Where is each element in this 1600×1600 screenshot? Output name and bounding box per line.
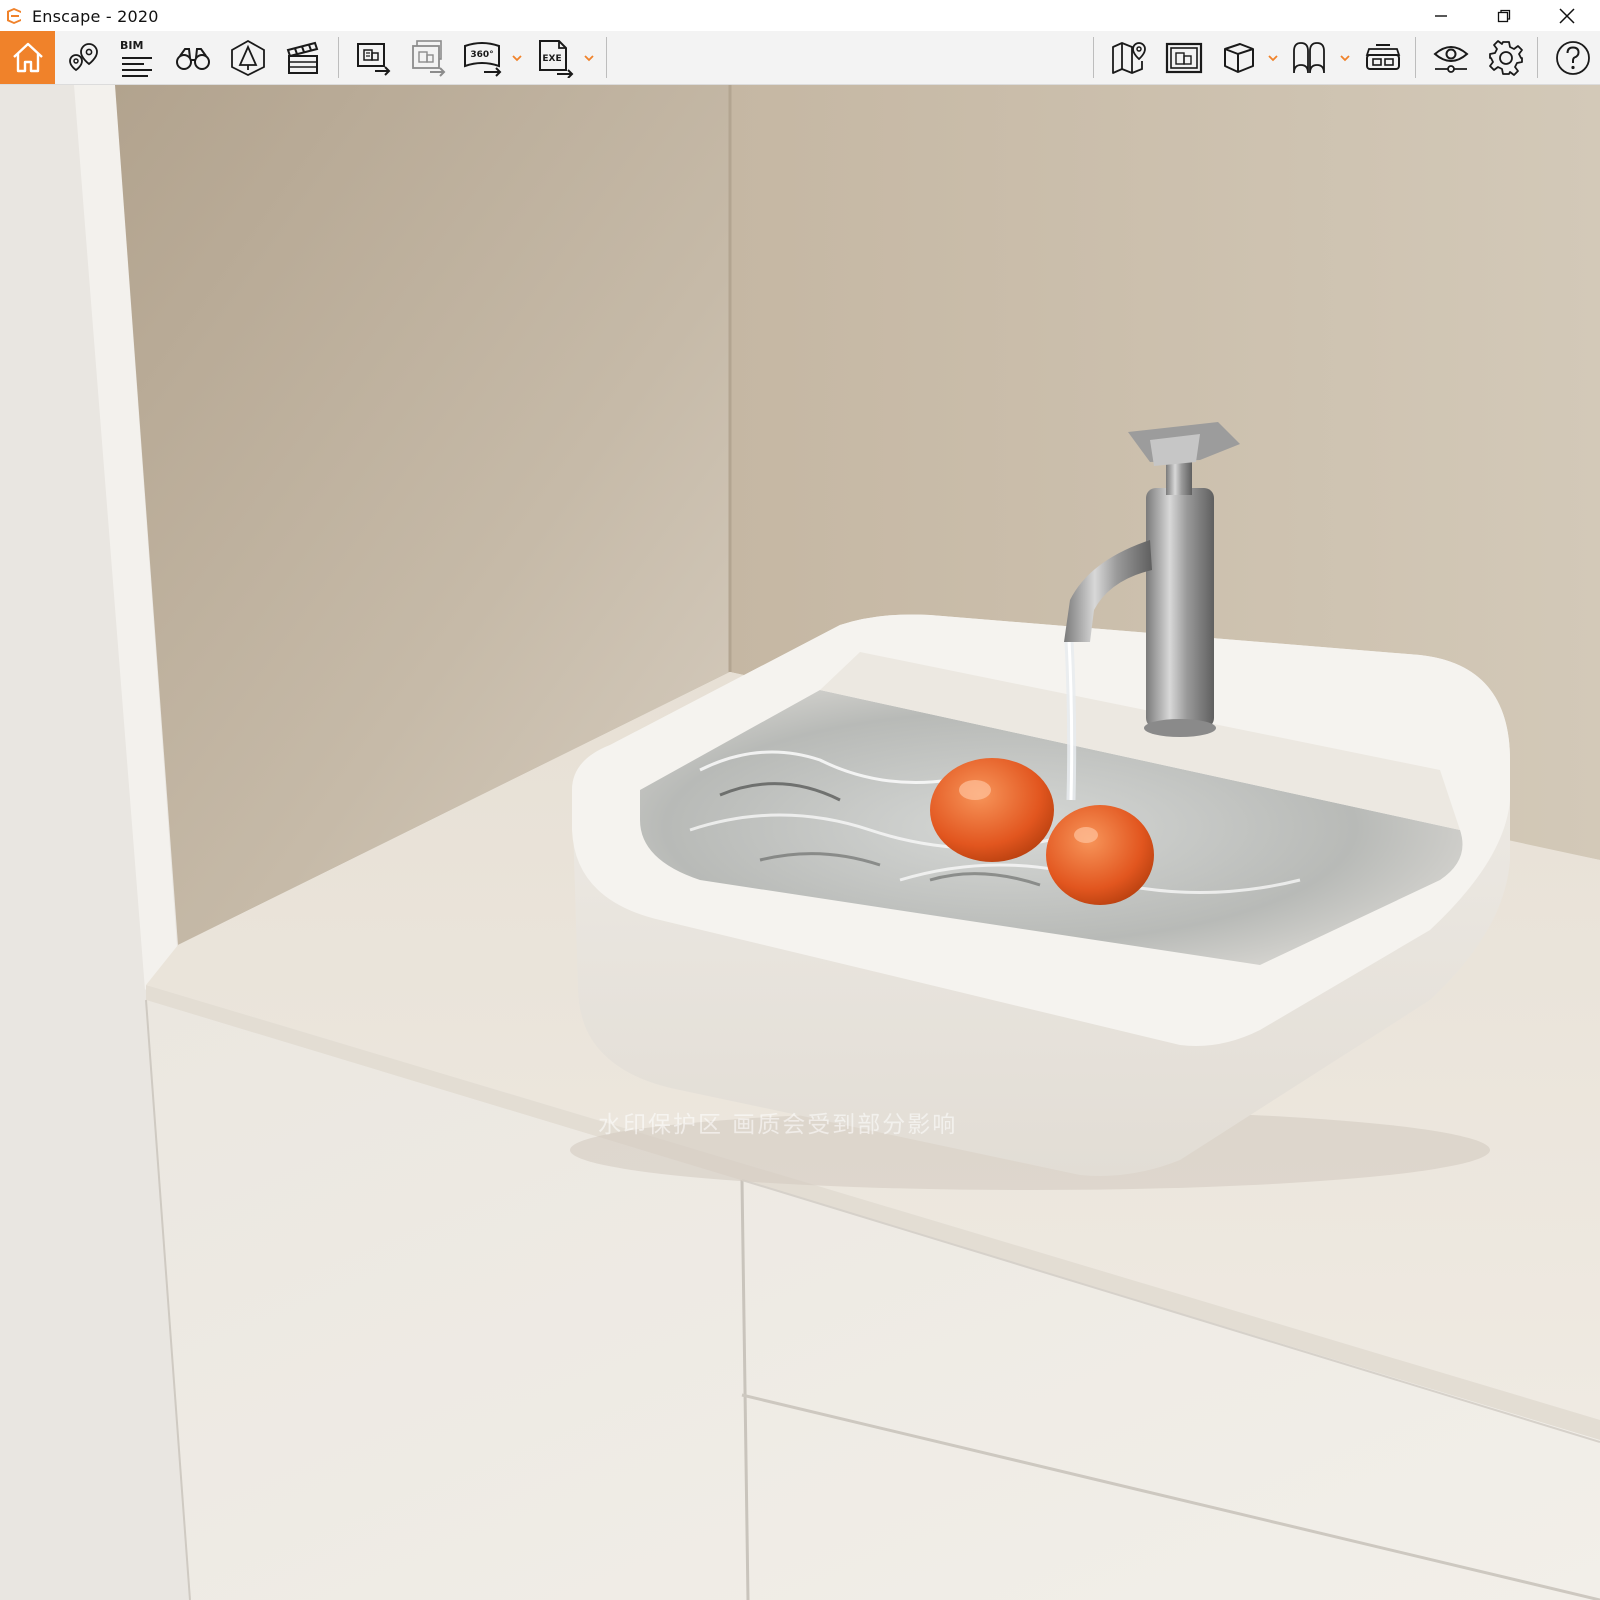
section-dropdown-chevron-icon[interactable]	[1338, 52, 1352, 64]
restore-icon	[1497, 9, 1511, 22]
tree-asset-icon	[231, 39, 265, 76]
close-icon	[1559, 7, 1575, 24]
section-planes-button[interactable]	[1285, 31, 1335, 84]
toolbar-separator	[1537, 37, 1538, 78]
map-pin-icon	[1112, 41, 1146, 74]
main-toolbar: 360° EXE	[0, 31, 1600, 110]
vr-headset-button[interactable]	[1358, 31, 1408, 84]
asset-library-button[interactable]	[223, 31, 273, 84]
export-image-icon	[357, 42, 391, 76]
views-button[interactable]	[58, 31, 108, 84]
close-button[interactable]	[1538, 0, 1596, 31]
screenshot-button[interactable]	[348, 31, 398, 84]
minimize-button[interactable]	[1412, 0, 1470, 31]
scene-render	[0, 85, 1600, 1600]
batch-export-icon	[412, 39, 446, 77]
export-exe-button[interactable]: EXE	[530, 31, 580, 84]
clapperboard-icon	[286, 41, 319, 74]
render-viewport[interactable]: 水印保护区 画质会受到部分影响	[0, 85, 1600, 1600]
panorama-button[interactable]: 360°	[458, 31, 508, 84]
panorama-360-label: 360°	[470, 50, 493, 60]
export-dropdown-chevron-icon[interactable]	[582, 52, 596, 64]
walk-mode-button[interactable]	[168, 31, 218, 84]
toolbar-separator	[1415, 37, 1416, 78]
bim-label: BIM	[120, 39, 144, 52]
orthographic-view-button[interactable]	[1214, 31, 1264, 84]
general-settings-button[interactable]	[1481, 31, 1531, 84]
export-exe-label: EXE	[542, 54, 561, 64]
home-icon	[12, 42, 43, 72]
vr-headset-icon	[1365, 43, 1401, 70]
double-arch-icon	[1293, 41, 1325, 73]
title-bar: Enscape - 2020	[0, 0, 1600, 31]
help-button[interactable]	[1548, 31, 1598, 84]
video-editor-button[interactable]	[278, 31, 328, 84]
cube-icon	[1224, 42, 1254, 73]
toolbar-separator	[338, 37, 339, 78]
restore-button[interactable]	[1475, 0, 1533, 31]
home-button[interactable]	[0, 31, 55, 84]
watermark-text: 水印保护区 画质会受到部分影响	[598, 1112, 958, 1138]
batch-render-button[interactable]	[403, 31, 453, 84]
eye-settings-icon	[1433, 45, 1469, 73]
minimize-icon	[1435, 14, 1447, 17]
location-pins-icon	[69, 42, 98, 71]
help-icon	[1556, 40, 1590, 75]
toolbar-separator	[606, 37, 607, 78]
gear-icon	[1489, 39, 1523, 76]
visual-settings-button[interactable]	[1426, 31, 1476, 84]
binoculars-icon	[176, 47, 210, 70]
view-dropdown-chevron-icon[interactable]	[1266, 52, 1280, 64]
window-title: Enscape - 2020	[32, 7, 159, 26]
map-button[interactable]	[1104, 31, 1154, 84]
capture-image-icon	[1165, 42, 1203, 73]
panorama-360-icon: 360°	[464, 41, 502, 77]
toolbar-separator	[1093, 37, 1094, 78]
enscape-logo-icon	[7, 8, 21, 24]
capture-view-button[interactable]	[1159, 31, 1209, 84]
export-exe-icon: EXE	[539, 39, 574, 78]
panorama-dropdown-chevron-icon[interactable]	[510, 52, 524, 64]
